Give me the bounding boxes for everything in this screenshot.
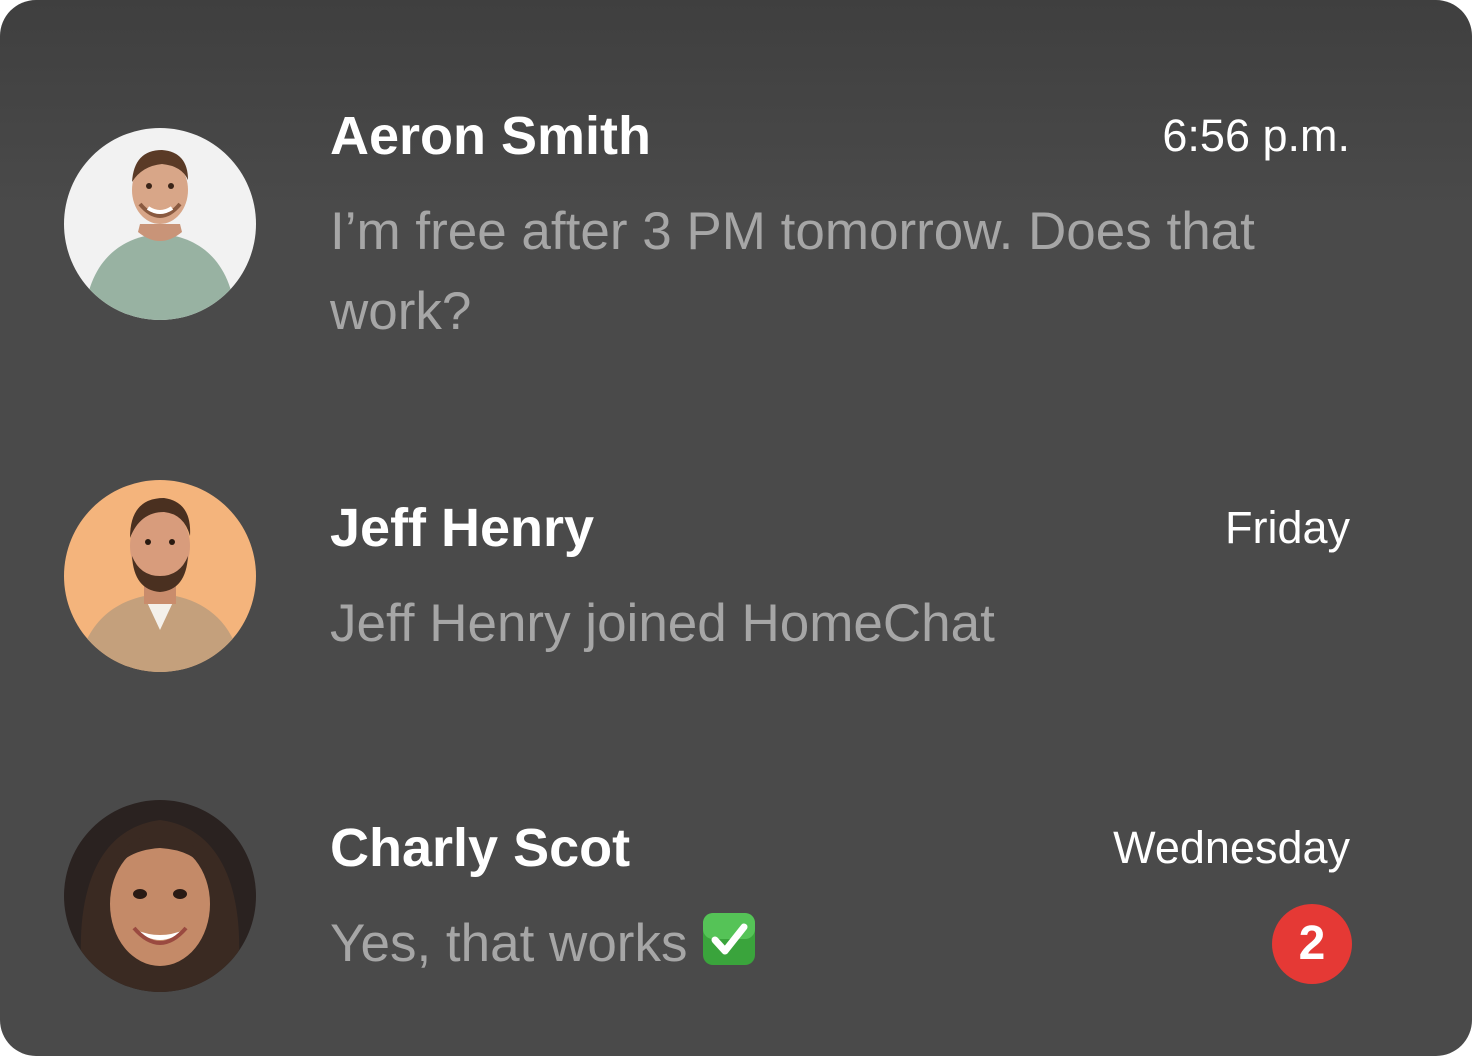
conversation-item-jeff-henry[interactable]: Jeff Henry Friday Jeff Henry joined Home… bbox=[0, 400, 1472, 720]
message-preview: Jeff Henry joined HomeChat bbox=[330, 594, 995, 653]
conversation-list: Aeron Smith 6:56 p.m. I’m free after 3 P… bbox=[0, 0, 1472, 1056]
message-preview: I’m free after 3 PM tomorrow. Does that … bbox=[330, 202, 1255, 341]
conversation-item-aeron-smith[interactable]: Aeron Smith 6:56 p.m. I’m free after 3 P… bbox=[0, 0, 1472, 400]
avatar bbox=[64, 480, 256, 672]
avatar bbox=[64, 800, 256, 992]
contact-name: Aeron Smith bbox=[330, 106, 652, 166]
timestamp: Friday bbox=[1224, 502, 1350, 553]
message-preview: Yes, that works bbox=[330, 904, 1390, 990]
avatar-photo-jeff-henry bbox=[64, 480, 256, 672]
avatar-photo-aeron-smith bbox=[64, 128, 256, 320]
avatar bbox=[64, 128, 256, 320]
contact-name: Jeff Henry bbox=[330, 498, 595, 558]
avatar-photo-charly-scot bbox=[64, 800, 256, 992]
timestamp: 6:56 p.m. bbox=[1162, 110, 1350, 161]
unread-count-badge: 2 bbox=[1272, 904, 1352, 984]
conversation-item-charly-scot[interactable]: Charly Scot Wednesday Yes, that works 2 bbox=[0, 720, 1472, 1056]
contact-name: Charly Scot bbox=[330, 818, 631, 878]
check-mark-button-icon bbox=[701, 910, 757, 990]
timestamp: Wednesday bbox=[1113, 822, 1350, 873]
message-text: Yes, that works bbox=[330, 914, 688, 973]
